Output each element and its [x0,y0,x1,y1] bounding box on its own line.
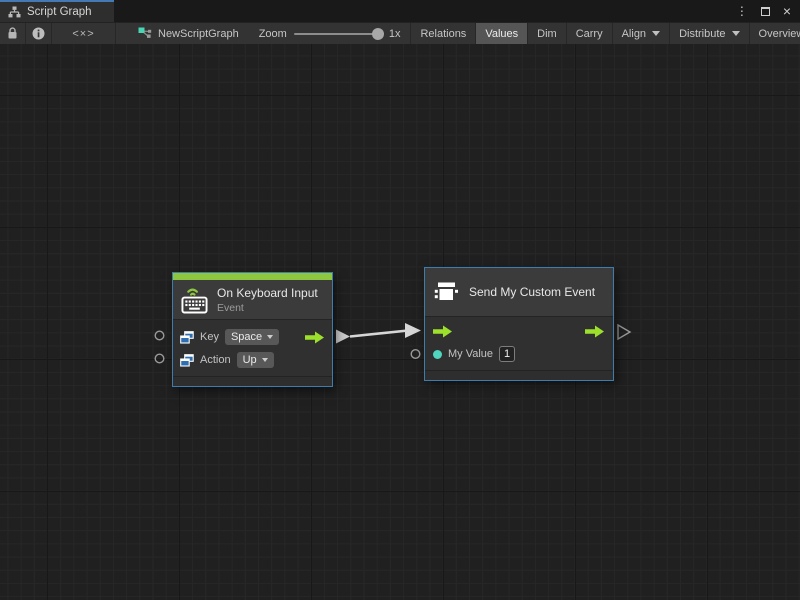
node-title: On Keyboard Input [217,286,318,300]
zoom-value: 1x [389,28,401,40]
connections-layer [0,44,800,600]
distribute-dropdown[interactable]: Distribute [670,23,749,44]
info-icon [32,27,45,40]
chevron-down-icon [267,335,273,339]
lock-button[interactable] [0,23,26,44]
script-graph-asset-icon [138,27,152,40]
graph-toolbar: <×> NewScriptGraph Zoom 1x Relations Val… [0,22,800,44]
node-titles: On Keyboard Input Event [217,286,318,314]
chevron-down-icon [262,358,268,362]
tab-script-graph[interactable]: Script Graph [0,0,114,22]
maximize-icon[interactable] [761,7,770,16]
toggle-carry[interactable]: Carry [567,23,613,44]
close-icon[interactable]: × [783,4,791,18]
node1-trigger-output-port[interactable] [336,330,350,344]
info-button[interactable] [26,23,52,44]
node1-key-input-port[interactable] [155,331,164,340]
node-body: Key Space Action [173,320,332,376]
port-row-key: Key Space [180,327,325,347]
align-dropdown[interactable]: Align [613,23,670,44]
tab-bar: Script Graph ⋮ × [0,0,800,22]
node2-trigger-output-port[interactable] [618,325,630,339]
chevron-down-icon [652,31,660,36]
node-footer [173,376,332,386]
port-label-key: Key [200,331,219,343]
graph-asset-reference[interactable]: NewScriptGraph [116,23,255,44]
connection-arrowhead [405,323,421,338]
flow-output-arrow-icon[interactable] [585,325,605,338]
port-label-action: Action [200,354,231,366]
node1-action-input-port[interactable] [155,354,164,363]
event-color-bar [173,273,332,280]
zoom-slider-handle[interactable] [372,28,384,40]
chevron-down-icon [732,31,740,36]
zoom-control: Zoom 1x [255,23,412,44]
port-label-my-value: My Value [448,348,493,360]
graph-name: NewScriptGraph [158,28,239,40]
script-graph-window: Script Graph ⋮ × <×> [0,0,800,600]
code-preview-button[interactable]: <×> [52,23,116,44]
graph-canvas[interactable]: On Keyboard Input Event Key Space [0,44,800,600]
node-footer [425,370,613,380]
literal-value-icon [180,354,194,367]
node-title: Send My Custom Event [469,285,595,299]
my-value-input[interactable]: 1 [499,346,515,362]
key-dropdown[interactable]: Space [225,329,279,345]
toggle-overview[interactable]: Overview [750,23,800,44]
connection-wire[interactable] [350,331,408,337]
graph-tree-icon [8,6,21,18]
lock-icon [7,27,18,40]
action-dropdown[interactable]: Up [237,352,274,368]
port-row-my-value: My Value 1 [433,344,605,364]
node-header[interactable]: Send My Custom Event [425,268,613,317]
zoom-label: Zoom [259,28,287,40]
toggle-dim[interactable]: Dim [528,23,567,44]
code-icon: <×> [72,28,94,40]
port-row-action: Action Up [180,350,325,370]
value-port-dot-icon [433,350,442,359]
node-on-keyboard-input[interactable]: On Keyboard Input Event Key Space [172,272,333,387]
zoom-slider[interactable] [294,33,382,35]
toggle-relations[interactable]: Relations [411,23,476,44]
tab-title: Script Graph [27,6,92,18]
node-header[interactable]: On Keyboard Input Event [173,280,332,320]
window-controls: ⋮ × [736,0,800,22]
toggle-values[interactable]: Values [476,23,528,44]
literal-value-icon [180,331,194,344]
node-body: My Value 1 [425,317,613,370]
node2-value-input-port[interactable] [411,350,420,359]
menu-icon[interactable]: ⋮ [736,5,748,17]
keyboard-event-icon [181,285,208,314]
flow-input-arrow-icon[interactable] [433,325,453,338]
node-subtitle: Event [217,302,318,314]
custom-event-unit-icon [433,279,460,305]
flow-row [433,321,605,341]
node-send-my-custom-event[interactable]: Send My Custom Event My Value 1 [424,267,614,381]
flow-output-arrow-icon[interactable] [305,331,325,344]
